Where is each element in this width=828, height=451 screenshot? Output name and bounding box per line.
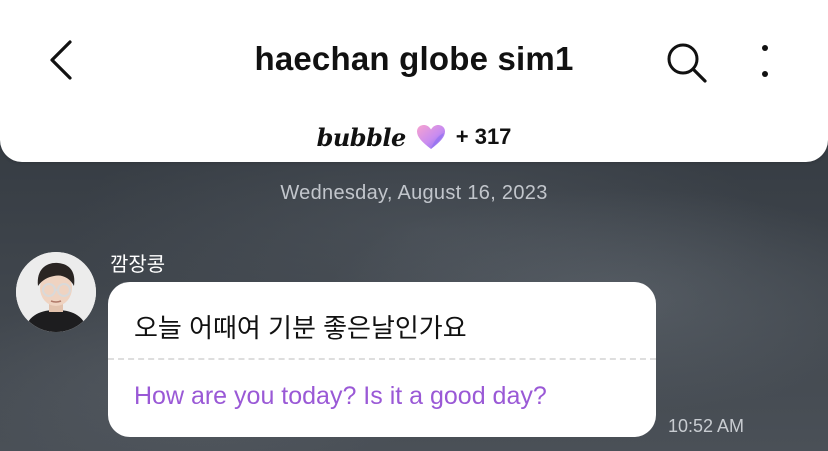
heart-icon (416, 125, 445, 149)
message-timestamp: 10:52 AM (668, 416, 745, 436)
bubble-logo: bubble (316, 122, 407, 152)
search-button[interactable] (662, 38, 710, 86)
date-separator: Wednesday, August 16, 2023 (280, 182, 548, 204)
chevron-left-icon (50, 40, 72, 80)
chat-header: haechan globe sim1 bubble + 317 (0, 0, 828, 162)
bubble-count: + 317 (455, 124, 512, 149)
chat-title: haechan globe sim1 (254, 40, 574, 77)
sender-name: 깜장콩 (110, 254, 166, 276)
more-options-button[interactable] (748, 38, 782, 86)
avatar[interactable] (16, 252, 96, 332)
message-text: 오늘 어때여 기분 좋은날인가요 (134, 313, 467, 343)
more-vertical-icon (762, 45, 768, 77)
message-bubble[interactable]: 오늘 어때여 기분 좋은날인가요 How are you today? Is i… (108, 282, 656, 437)
back-button[interactable] (40, 36, 84, 84)
bubble-subscription[interactable]: bubble + 317 (0, 120, 828, 154)
search-icon (667, 43, 707, 83)
profile-photo-icon (16, 252, 96, 332)
translation-divider (108, 358, 656, 360)
message-translation: How are you today? Is it a good day? (134, 382, 547, 410)
